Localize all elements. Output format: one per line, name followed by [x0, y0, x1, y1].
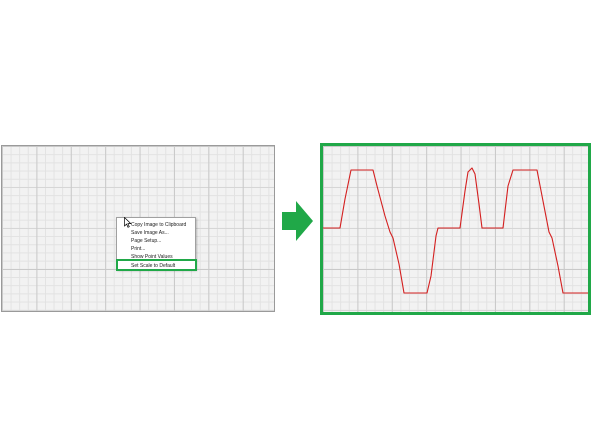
menu-item-print[interactable]: Print... — [131, 246, 145, 252]
plot-after[interactable] — [320, 143, 591, 315]
waveform-trace — [323, 167, 588, 294]
mouse-pointer-icon — [124, 217, 132, 228]
menu-item-page-setup[interactable]: Page Setup... — [131, 238, 161, 244]
menu-item-copy-image[interactable]: Copy Image to Clipboard — [131, 222, 186, 228]
menu-item-save-image[interactable]: Save Image As... — [131, 230, 169, 236]
arrow-right-icon — [282, 201, 313, 241]
menu-highlight-box — [116, 259, 197, 271]
